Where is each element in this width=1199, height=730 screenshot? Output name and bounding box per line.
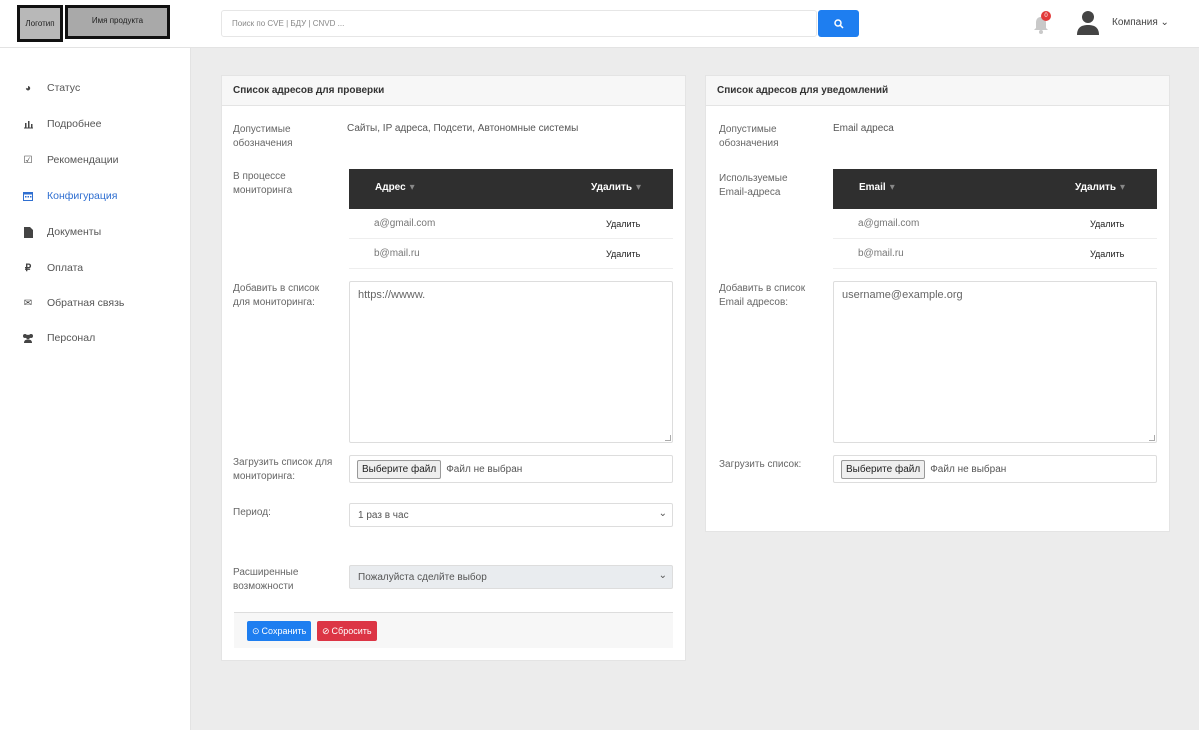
sidebar-item-label: Обратная связь [47,297,125,309]
sort-icon: ▾ [636,182,642,193]
upload-label: Загрузить список: [719,459,802,470]
table-row: a@gmail.com Удалить [349,209,673,239]
sidebar-item-feedback[interactable]: ✉ Обратная связь [22,295,125,311]
notification-badge: 0 [1041,11,1051,21]
chevron-down-icon: ⌄ [658,508,667,519]
sort-icon: ▾ [1120,182,1126,193]
sidebar-item-staff[interactable]: Персонал [22,330,95,346]
row-address: a@gmail.com [858,218,920,229]
sidebar-item-label: Конфигурация [47,190,118,202]
delete-button[interactable]: Удалить [1090,219,1124,229]
search-icon [833,18,844,29]
used-emails-label: Используемые Email-адреса [719,173,788,198]
period-label: Период: [233,507,271,518]
company-menu[interactable]: Компания ⌄ [1112,17,1169,28]
checkbox-icon: ☑ [23,154,33,166]
file-input[interactable]: Выберите файл Файл не выбран [349,455,673,483]
notify-list-card: Список адресов для уведомлений Допустимы… [705,75,1170,532]
reset-button[interactable]: ⊘ Сбросить [317,621,377,641]
sidebar-item-label: Оплата [47,262,84,274]
envelope-icon: ✉ [23,297,33,309]
allowed-value: Email адреса [833,123,894,134]
save-icon: ⊙ [252,625,260,636]
logo[interactable]: Логотип [17,5,63,42]
card-title: Список адресов для уведомлений [706,76,1169,106]
sidebar-item-status[interactable]: ◕ Статус [22,80,80,96]
sidebar-item-label: Подробнее [47,118,102,130]
textarea-placeholder: https://wwww. [358,289,426,301]
sidebar-item-configuration[interactable]: Конфигурация [22,188,117,204]
emails-table-header: Email ▾ Удалить ▾ [833,169,1157,209]
sidebar-item-documents[interactable]: Документы [22,224,101,240]
search-input[interactable]: Поиск по CVE | БДУ | CNVD ... [221,10,817,37]
calendar-icon [22,190,34,202]
sidebar-item-label: Персонал [47,332,96,344]
file-status: Файл не выбран [930,463,1007,475]
sidebar-item-payment[interactable]: ₽ Оплата [22,260,83,276]
file-status: Файл не выбран [446,463,523,475]
row-address: b@mail.ru [858,248,904,259]
allowed-label: Допустимые обозначения [233,124,293,149]
upload-label: Загрузить список для мониторинга: [233,457,333,482]
allowed-label: Допустимые обозначения [719,124,779,149]
column-email[interactable]: Email ▾ [859,182,895,193]
sidebar-item-details[interactable]: Подробнее [22,116,101,132]
file-input[interactable]: Выберите файл Файл не выбран [833,455,1157,483]
resize-handle[interactable] [665,435,671,441]
advanced-label: Расширенные возможности [233,567,299,592]
monitoring-label: В процессе мониторинга [233,171,293,196]
card-title: Список адресов для проверки [222,76,685,106]
add-address-textarea[interactable]: https://wwww. [349,281,673,443]
allowed-value: Сайты, IP адреса, Подсети, Автономные си… [347,123,579,134]
add-label: Добавить в список Email адресов: [719,283,806,308]
textarea-placeholder: username@example.org [842,289,963,301]
column-address[interactable]: Адрес ▾ [375,182,415,193]
dashboard-icon: ◕ [24,82,32,94]
sidebar-item-label: Рекомендации [47,154,119,166]
table-row: b@mail.ru Удалить [349,239,673,269]
add-label: Добавить в список для мониторинга: [233,283,320,308]
row-address: a@gmail.com [374,218,436,229]
table-row: a@gmail.com Удалить [833,209,1157,239]
row-address: b@mail.ru [374,248,420,259]
delete-button[interactable]: Удалить [606,249,640,259]
top-bar: Логотип Имя продукта Поиск по CVE | БДУ … [0,0,1199,48]
advanced-select[interactable]: Пожалуйста сделйте выбор ⌄ [349,565,673,589]
delete-button[interactable]: Удалить [1090,249,1124,259]
choose-file-button[interactable]: Выберите файл [841,459,926,479]
chart-icon [22,118,34,130]
sidebar-item-recommendations[interactable]: ☑ Рекомендации [22,152,119,168]
table-row: b@mail.ru Удалить [833,239,1157,269]
chevron-down-icon: ⌄ [658,570,667,581]
delete-button[interactable]: Удалить [606,219,640,229]
column-delete[interactable]: Удалить ▾ [591,182,641,193]
document-icon [22,226,34,238]
add-email-textarea[interactable]: username@example.org [833,281,1157,443]
ruble-icon: ₽ [24,262,32,274]
sort-icon: ▾ [409,182,415,193]
sidebar-item-label: Документы [47,226,102,238]
save-button[interactable]: ⊙ Сохранить [247,621,312,641]
sort-icon: ▾ [889,182,895,193]
column-delete[interactable]: Удалить ▾ [1075,182,1125,193]
sidebar-item-label: Статус [47,82,81,94]
monitoring-table-header: Адрес ▾ Удалить ▾ [349,169,673,209]
user-avatar-icon[interactable] [1076,10,1100,36]
period-select[interactable]: 1 раз в час ⌄ [349,503,673,527]
ban-icon: ⊘ [322,625,330,636]
search-button[interactable] [818,10,859,37]
form-footer: ⊙ Сохранить ⊘ Сбросить [234,612,673,648]
users-icon [22,332,34,344]
product-name[interactable]: Имя продукта [65,5,170,39]
resize-handle[interactable] [1149,435,1155,441]
sidebar: ◕ Статус Подробнее ☑ Рекомендации Конфиг… [0,48,191,730]
choose-file-button[interactable]: Выберите файл [357,459,442,479]
check-list-card: Список адресов для проверки Допустимые о… [221,75,686,661]
